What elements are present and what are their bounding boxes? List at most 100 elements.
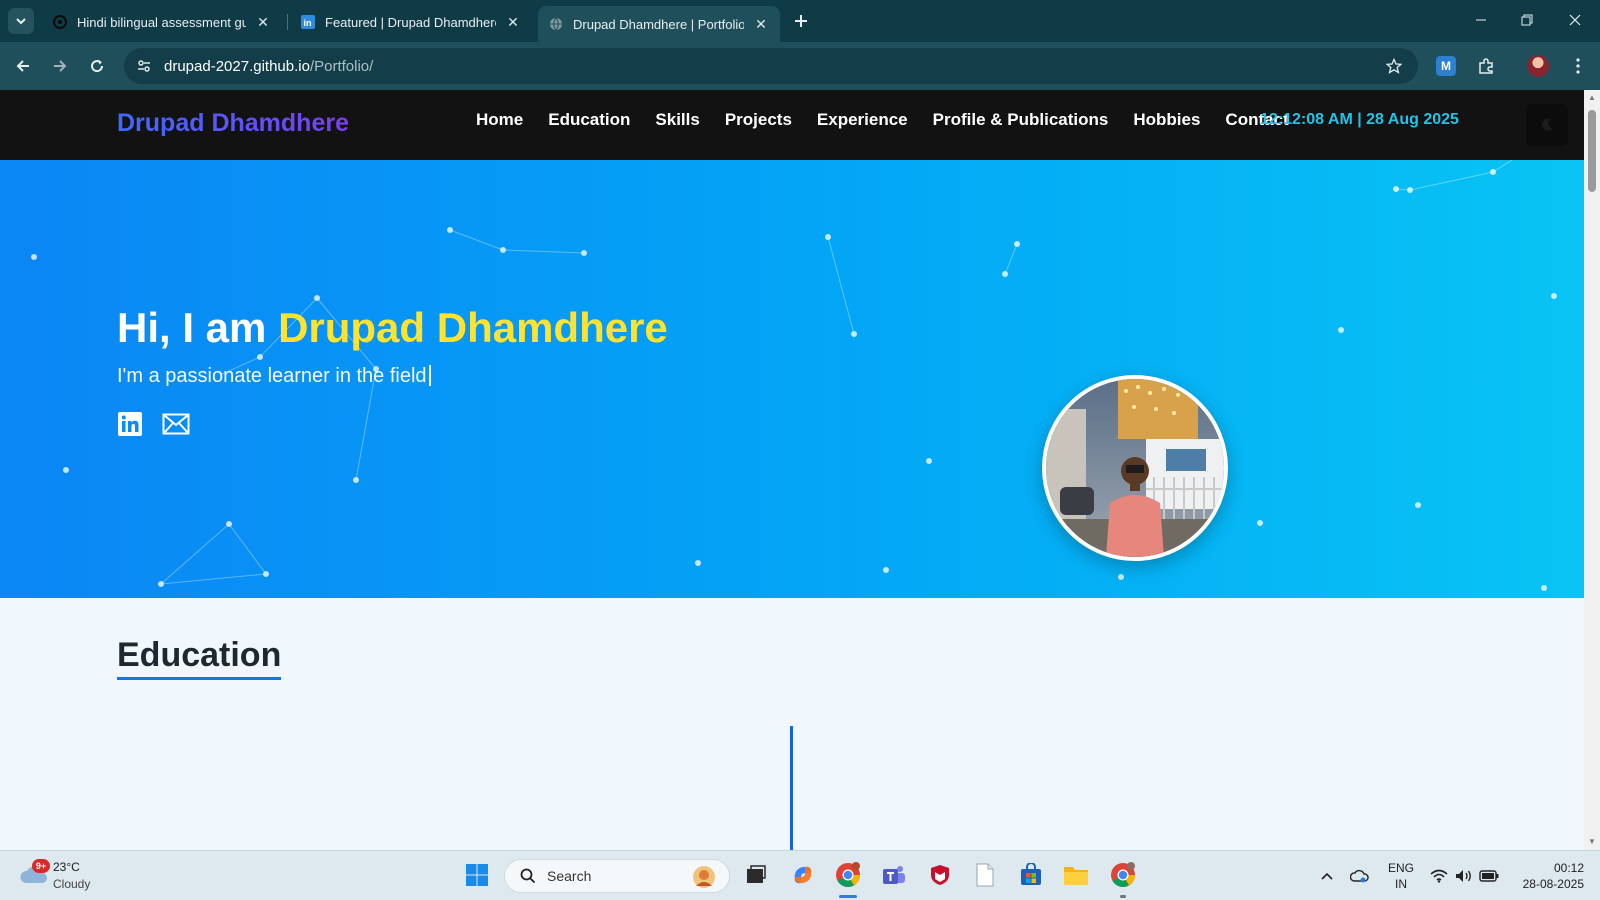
bookmark-star-icon[interactable]: [1382, 54, 1406, 78]
header-clock: 12:12:08 AM | 28 Aug 2025: [1260, 111, 1459, 128]
tab-linkedin-featured[interactable]: in Featured | Drupad Dhamdhere | ✕: [290, 6, 532, 38]
hero-section: Hi, I am Drupad Dhamdhere I'm a passiona…: [0, 160, 1584, 598]
close-icon[interactable]: ✕: [752, 15, 770, 33]
tab-title: Drupad Dhamdhere | Portfolio: [573, 16, 744, 32]
browser-toolbar: drupad-2027.github.io/Portfolio/ M: [0, 42, 1600, 90]
store-button[interactable]: [1016, 860, 1046, 890]
nav-profile-publications[interactable]: Profile & Publications: [933, 110, 1109, 130]
close-icon[interactable]: ✕: [254, 13, 272, 31]
chrome-profile-running-indicator: [1120, 895, 1126, 898]
minimize-button[interactable]: [1458, 0, 1504, 40]
linkedin-link[interactable]: [116, 410, 144, 438]
folder-icon: [1064, 867, 1088, 885]
education-timeline-line: [790, 726, 793, 850]
nav-skills[interactable]: Skills: [655, 110, 699, 130]
nav-projects[interactable]: Projects: [725, 110, 792, 130]
volume-icon[interactable]: [1454, 866, 1474, 886]
address-bar[interactable]: drupad-2027.github.io/Portfolio/: [124, 48, 1418, 84]
nav-experience[interactable]: Experience: [817, 110, 908, 130]
chatgpt-icon: [52, 14, 68, 30]
menu-kebab-icon[interactable]: [1564, 52, 1592, 80]
weather-desc: Cloudy: [53, 877, 91, 891]
store-icon: [1021, 863, 1041, 885]
globe-icon: [548, 16, 564, 32]
scrollbar-thumb[interactable]: [1588, 110, 1596, 192]
tab-search-button[interactable]: [8, 8, 34, 34]
windows-taskbar: 9+ 23°C Cloudy Search ENG IN 00:12 28-08…: [0, 850, 1600, 900]
restore-button[interactable]: [1504, 0, 1550, 40]
extension-m-icon[interactable]: M: [1436, 56, 1456, 76]
copilot-button[interactable]: [788, 860, 818, 890]
tab-hindi-assessment[interactable]: Hindi bilingual assessment guid ✕: [42, 6, 282, 38]
close-icon[interactable]: ✕: [504, 13, 522, 31]
url-path: /Portfolio/: [309, 57, 374, 75]
teams-button[interactable]: [879, 860, 909, 890]
linkedin-icon: [118, 412, 142, 436]
mcafee-button[interactable]: [925, 860, 955, 890]
nav-home[interactable]: Home: [476, 110, 523, 130]
wifi-icon[interactable]: [1429, 866, 1449, 886]
file-explorer-button[interactable]: [1061, 860, 1091, 890]
search-icon: [519, 867, 537, 885]
chrome-running-indicator: [839, 895, 857, 898]
arrow-right-icon: [54, 60, 67, 72]
tab-portfolio[interactable]: Drupad Dhamdhere | Portfolio ✕: [538, 6, 780, 42]
page-scrollbar[interactable]: ▲ ▼: [1584, 90, 1600, 850]
email-link[interactable]: [162, 410, 190, 438]
search-highlight-icon: [693, 866, 715, 888]
system-clock[interactable]: 00:12 28-08-2025: [1514, 860, 1584, 892]
minimize-icon: [1476, 19, 1486, 21]
language-indicator[interactable]: ENG IN: [1388, 860, 1414, 892]
forward-button[interactable]: [46, 52, 74, 80]
url-host: drupad-2027.github.io: [164, 57, 310, 75]
page-viewport: Drupad Dhamdhere Home Education Skills P…: [0, 90, 1584, 850]
linkedin-icon: in: [300, 14, 316, 30]
site-info-icon[interactable]: [132, 54, 156, 78]
battery-icon[interactable]: [1479, 866, 1499, 886]
mcafee-shield-icon: [931, 865, 949, 885]
task-view-button[interactable]: [741, 860, 771, 890]
moon-icon: [1542, 118, 1553, 131]
close-icon: [1569, 14, 1581, 26]
typing-caret: [428, 365, 431, 386]
chrome-icon: [1111, 862, 1135, 888]
back-button[interactable]: [9, 52, 37, 80]
hero-name: Drupad Dhamdhere: [278, 304, 668, 351]
chrome-taskbar-button[interactable]: [833, 860, 863, 890]
site-header: Drupad Dhamdhere Home Education Skills P…: [0, 90, 1584, 160]
chrome-profile-button[interactable]: [1108, 860, 1138, 890]
reload-button[interactable]: [83, 52, 111, 80]
restore-icon: [1521, 14, 1533, 26]
extensions-puzzle-icon[interactable]: [1472, 52, 1500, 80]
teams-icon: [883, 866, 905, 884]
chevron-down-icon: [16, 18, 26, 25]
scroll-up-arrow-icon[interactable]: ▲: [1588, 94, 1596, 102]
nav-hobbies[interactable]: Hobbies: [1133, 110, 1200, 130]
theme-toggle-button[interactable]: [1526, 104, 1568, 146]
taskbar-search[interactable]: Search: [504, 859, 730, 893]
url-text: drupad-2027.github.io/Portfolio/: [164, 58, 373, 75]
nav-education[interactable]: Education: [548, 110, 630, 130]
profile-avatar[interactable]: [1527, 55, 1549, 77]
onedrive-icon[interactable]: [1350, 866, 1370, 886]
tray-overflow-chevron-icon[interactable]: [1317, 866, 1337, 886]
mail-icon: [162, 413, 190, 435]
site-brand[interactable]: Drupad Dhamdhere: [117, 109, 349, 138]
hero-title: Hi, I am Drupad Dhamdhere: [117, 304, 668, 352]
profile-photo: [1042, 375, 1228, 561]
new-tab-button[interactable]: [790, 10, 812, 32]
lang-line1: ENG: [1388, 861, 1415, 875]
clock-time: 00:12: [1553, 861, 1584, 875]
file-icon: [976, 863, 994, 887]
clock-date: 28-08-2025: [1522, 877, 1584, 891]
scroll-down-arrow-icon[interactable]: ▼: [1588, 838, 1596, 846]
lang-line2: IN: [1395, 877, 1407, 891]
start-button[interactable]: [462, 860, 492, 890]
tab-separator: [287, 14, 288, 30]
notepad-button[interactable]: [970, 860, 1000, 890]
task-view-icon: [747, 865, 766, 883]
hero-greeting: Hi, I am: [117, 304, 279, 351]
close-window-button[interactable]: [1552, 0, 1598, 40]
svg-text:in: in: [304, 18, 312, 28]
reload-icon: [91, 60, 104, 73]
